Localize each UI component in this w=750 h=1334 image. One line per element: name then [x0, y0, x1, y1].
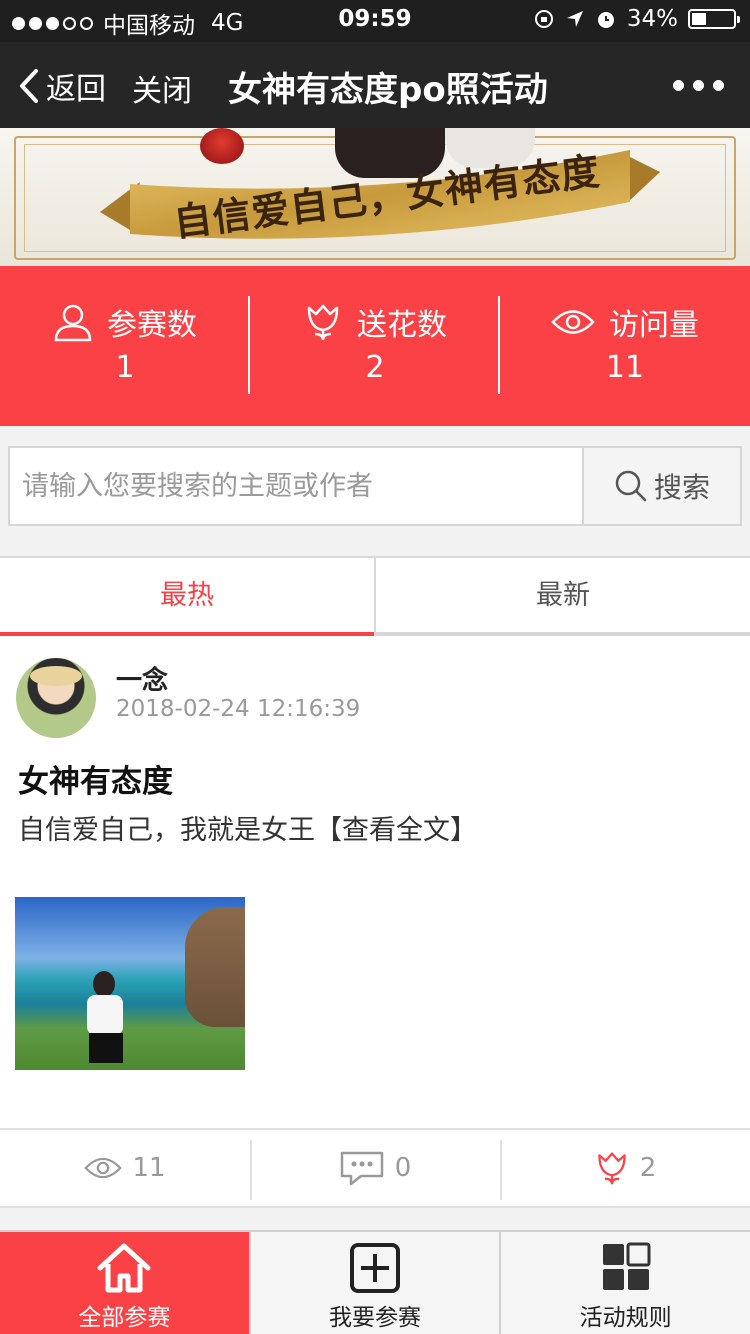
stat-value: 1: [115, 350, 135, 385]
stat-label: 访问量: [609, 308, 699, 343]
search-input[interactable]: [10, 448, 582, 524]
search-button[interactable]: 搜索: [582, 448, 740, 524]
person-icon: [54, 304, 92, 342]
flower-count: 2: [639, 1153, 657, 1183]
stats-panel: 参赛数 1 送花数 2 访问量 11: [0, 266, 750, 426]
post-actions: 11 0 2: [0, 1128, 750, 1208]
nav-join-contest[interactable]: 我要参赛: [248, 1232, 500, 1334]
post-excerpt[interactable]: 自信爱自己，我就是女王【查看全文】: [18, 808, 477, 847]
search-icon: [615, 470, 647, 502]
flower-button[interactable]: 2: [500, 1130, 750, 1206]
nav-label: 活动规则: [579, 1305, 672, 1331]
status-bar: 中国移动 4G 09:59 34%: [0, 0, 750, 42]
status-icons: 34%: [533, 6, 740, 32]
tab-newest[interactable]: 最新: [374, 558, 750, 636]
author-name[interactable]: 一念: [116, 660, 168, 697]
more-button[interactable]: [673, 80, 724, 91]
page-title: 女神有态度po照活动: [228, 70, 548, 110]
stat-flowers: 送花数 2: [250, 266, 500, 426]
search-button-label: 搜索: [653, 471, 710, 504]
stat-label: 送花数: [357, 308, 447, 343]
nav-rules[interactable]: 活动规则: [499, 1232, 750, 1334]
comment-button[interactable]: 0: [250, 1130, 500, 1206]
location-icon: [566, 11, 583, 27]
back-label: 返回: [46, 72, 106, 107]
sort-tabs: 最热 最新: [0, 556, 750, 636]
alarm-icon: [597, 12, 614, 28]
nav-label: 全部参赛: [78, 1305, 171, 1331]
view-count-value: 11: [132, 1153, 166, 1183]
grid-icon: [602, 1242, 651, 1290]
plus-box-icon: [350, 1243, 400, 1293]
post-title[interactable]: 女神有态度: [18, 756, 173, 801]
post-photo[interactable]: [15, 897, 245, 1070]
battery-icon: [688, 9, 740, 29]
avatar[interactable]: [16, 658, 96, 738]
home-icon: [97, 1243, 151, 1293]
nav-label: 我要参赛: [329, 1305, 421, 1331]
close-button[interactable]: 关闭: [132, 66, 192, 110]
post-card[interactable]: 一念 2018-02-24 12:16:39 女神有态度 自信爱自己，我就是女王…: [0, 636, 750, 1208]
eye-icon: [551, 310, 595, 334]
flower-icon: [307, 304, 339, 341]
chevron-left-icon: [20, 69, 38, 103]
stat-value: 11: [605, 350, 645, 385]
stat-participants: 参赛数 1: [0, 266, 250, 426]
stat-label: 参赛数: [107, 308, 197, 343]
back-button[interactable]: 返回: [18, 64, 106, 108]
stat-visits: 访问量 11: [500, 266, 750, 426]
battery-percent: 34%: [626, 6, 678, 32]
comment-icon: [340, 1151, 383, 1186]
search-bar: 搜索: [8, 446, 742, 526]
nav-all-entries[interactable]: 全部参赛: [0, 1232, 249, 1334]
activity-banner: 自信爱自己，女神有态度: [0, 128, 750, 266]
post-date: 2018-02-24 12:16:39: [116, 696, 361, 722]
nav-bar: 返回 关闭 女神有态度po照活动: [0, 42, 750, 128]
eye-icon: [84, 1157, 123, 1179]
rotation-lock-icon: [534, 10, 553, 28]
comment-count: 0: [394, 1153, 412, 1183]
stat-value: 2: [365, 350, 385, 385]
flower-icon: [597, 1152, 626, 1185]
tab-hottest[interactable]: 最热: [0, 558, 374, 636]
bottom-nav: 全部参赛 我要参赛 活动规则: [0, 1230, 750, 1334]
view-count: 11: [0, 1130, 250, 1206]
